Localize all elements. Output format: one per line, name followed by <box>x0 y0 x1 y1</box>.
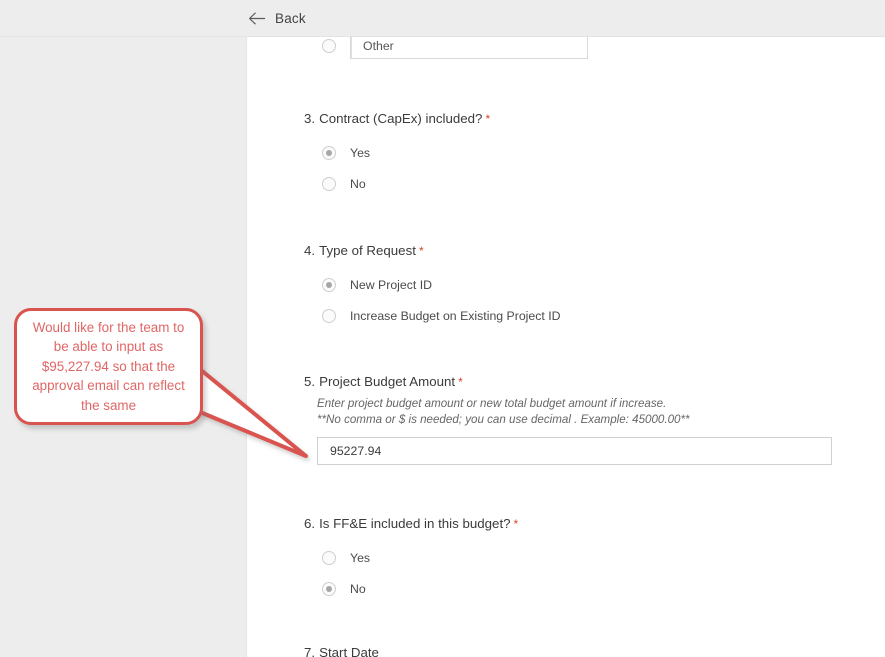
other-field-value: Other <box>363 38 394 53</box>
question-4-text: Type of Request <box>319 243 416 258</box>
question-7-text: Start Date <box>319 645 379 657</box>
question-6: 6. Is FF&E included in this budget? * Yes … <box>304 516 518 596</box>
question-5-description-line1: Enter project budget amount or new total… <box>317 397 667 410</box>
question-4-option-increase-budget[interactable]: Increase Budget on Existing Project ID <box>322 309 561 323</box>
question-3-title: 3. Contract (CapEx) included? * <box>304 111 490 126</box>
question-3-text: Contract (CapEx) included? <box>319 111 483 126</box>
question-3-label-yes: Yes <box>350 146 371 160</box>
question-6-label-yes: Yes <box>350 551 371 565</box>
question-5-required: * <box>458 375 463 389</box>
question-6-required: * <box>513 517 519 531</box>
back-label: Back <box>275 11 306 26</box>
question-4-label-new-project: New Project ID <box>350 278 433 292</box>
question-3: 3. Contract (CapEx) included? * Yes No <box>304 111 490 191</box>
question-5-number: 5. <box>304 374 316 389</box>
question-5-description: Enter project budget amount or new total… <box>317 396 690 428</box>
other-text-input[interactable]: Other <box>350 37 588 59</box>
other-radio-button[interactable] <box>322 39 336 53</box>
question-4-number: 4. <box>304 243 316 258</box>
question-4-required: * <box>418 244 424 258</box>
back-button[interactable]: Back <box>247 9 306 28</box>
question-6-radio-no[interactable] <box>322 582 336 596</box>
question-4-title: 4. Type of Request * <box>304 243 561 258</box>
question-3-required: * <box>485 112 491 126</box>
question-6-title: 6. Is FF&E included in this budget? * <box>304 516 518 531</box>
question-3-radio-no[interactable] <box>322 177 336 191</box>
question-3-radio-yes[interactable] <box>322 146 336 160</box>
other-field-divider <box>351 37 352 59</box>
question-6-option-yes[interactable]: Yes <box>322 551 518 565</box>
question-3-number: 3. <box>304 111 316 126</box>
question-4-radio-new-project[interactable] <box>322 278 336 292</box>
form-content-area: Other 3. Contract (CapEx) included? * Yes … <box>246 37 885 657</box>
project-budget-amount-value: 95227.94 <box>330 444 382 458</box>
question-6-label-no: No <box>350 582 366 596</box>
question-4: 4. Type of Request * New Project ID Increa… <box>304 243 561 323</box>
project-budget-amount-input[interactable]: 95227.94 <box>317 437 832 465</box>
question-6-radio-yes[interactable] <box>322 551 336 565</box>
question-7: 7. Start Date <box>304 645 379 657</box>
question-3-label-no: No <box>350 177 366 191</box>
annotation-callout-text: Would like for the team to be able to in… <box>32 319 185 413</box>
question-7-number: 7. <box>304 645 316 657</box>
question-7-title: 7. Start Date <box>304 645 379 657</box>
question-6-option-no[interactable]: No <box>322 582 518 596</box>
question-3-option-no[interactable]: No <box>322 177 490 191</box>
arrow-left-icon <box>249 12 266 25</box>
other-option-row[interactable]: Other <box>322 37 588 59</box>
question-4-label-increase-budget: Increase Budget on Existing Project ID <box>350 309 561 323</box>
question-5: 5. Project Budget Amount * Enter project b… <box>304 374 690 428</box>
top-navigation-bar: Back <box>0 0 885 37</box>
question-5-title: 5. Project Budget Amount * <box>304 374 690 389</box>
question-6-number: 6. <box>304 516 316 531</box>
question-3-option-yes[interactable]: Yes <box>322 146 490 160</box>
annotation-callout: Would like for the team to be able to in… <box>14 308 203 425</box>
question-4-option-new-project[interactable]: New Project ID <box>322 278 561 292</box>
question-5-text: Project Budget Amount <box>319 374 456 389</box>
question-4-radio-increase-budget[interactable] <box>322 309 336 323</box>
question-5-description-line2: **No comma or $ is needed; you can use d… <box>317 413 690 426</box>
question-6-text: Is FF&E included in this budget? <box>319 516 511 531</box>
